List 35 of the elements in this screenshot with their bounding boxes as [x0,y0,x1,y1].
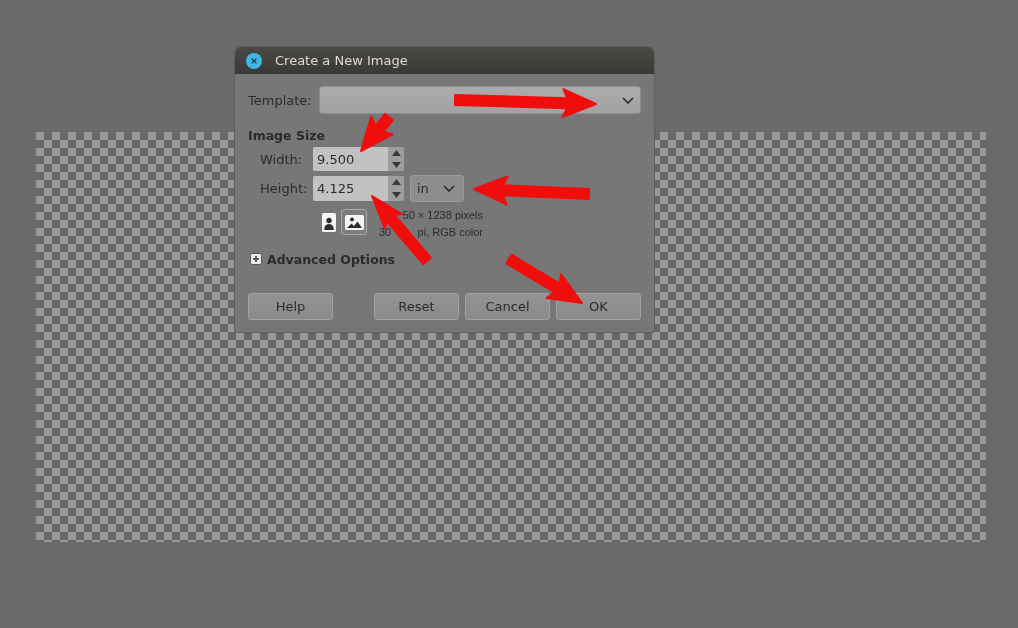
arrow-icon [453,88,597,119]
advanced-options-expander[interactable]: Advanced Options [250,251,396,267]
increment-button[interactable] [391,179,401,186]
caret-up-icon [391,150,401,156]
section-heading: Image Size [248,128,325,144]
caret-up-icon [391,179,401,186]
field-label: Width: [260,151,303,167]
person-page-icon [321,212,336,232]
caret-down-icon [391,191,401,198]
landscape-image-icon [344,214,364,230]
orientation-toggle[interactable] [341,209,367,235]
field-label: Template: [248,92,312,108]
dialog-button[interactable]: Cancel [465,293,550,320]
image-info-text: pi, RGB color [417,224,483,240]
image-info-text: 50 × 1238 pixels [402,207,483,223]
width-input[interactable]: 9.500 [313,147,388,171]
dialog-button[interactable]: Reset [374,293,459,320]
image-info-text: 30 [379,224,392,240]
chevron-down-icon [443,185,455,192]
caret-down-icon [391,162,401,168]
dialog-button[interactable]: Help [248,293,333,320]
window-title: Create a New Image [275,53,408,68]
close-button[interactable] [246,52,262,69]
field-label: Height: [260,181,308,196]
decrement-button[interactable] [391,162,401,168]
height-input[interactable]: 4.125 [313,176,388,201]
chevron-down-icon [622,96,634,104]
unit-dropdown[interactable]: in [410,175,464,202]
orientation-toggle[interactable] [320,211,337,233]
increment-button[interactable] [391,150,401,156]
arrow-icon [473,175,591,206]
dialog-button[interactable]: OK [556,293,641,320]
decrement-button[interactable] [391,191,401,198]
arrow-icon [360,112,394,152]
close-icon [246,52,262,69]
